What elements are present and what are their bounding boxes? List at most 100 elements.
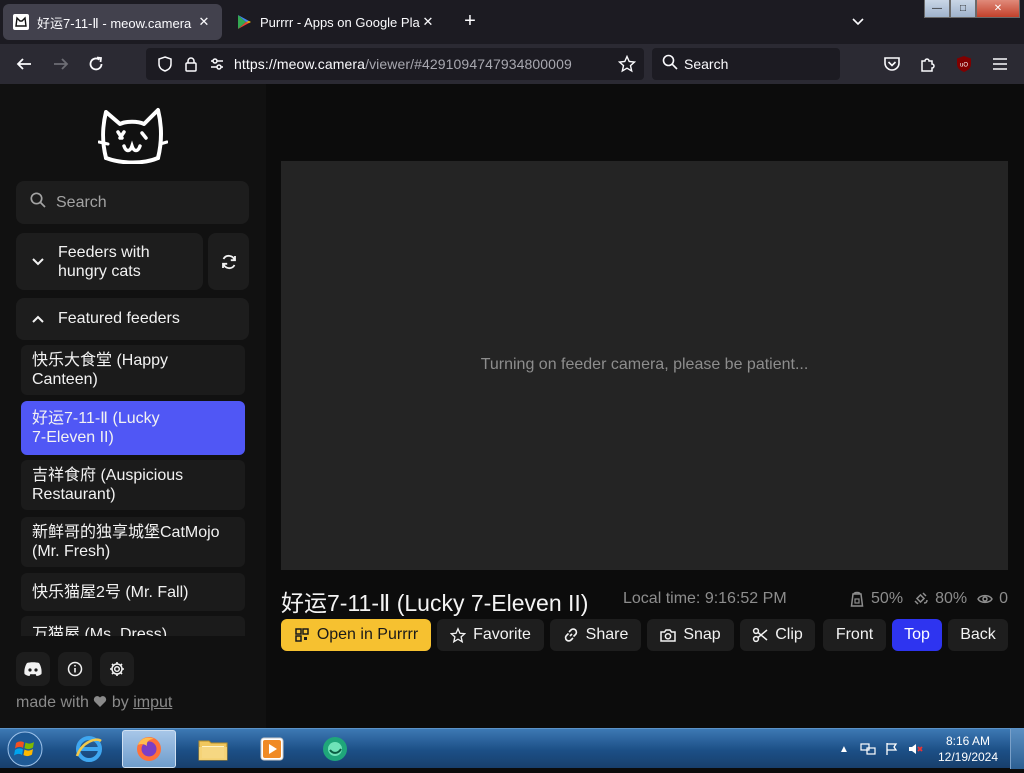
scissors-icon [752,627,768,643]
tab-google-play[interactable]: Purrrr - Apps on Google Play ✕ [226,4,446,40]
tab-title: 好运7-11-Ⅱ - meow.camera [37,15,192,31]
browser-search-bar[interactable]: Search [652,48,840,80]
new-tab-icon[interactable]: + [458,10,482,34]
meow-camera-logo[interactable] [98,102,168,164]
start-button[interactable] [6,730,44,768]
featured-feeders-list: 快乐大食堂 (Happy Canteen) 好运7-11-Ⅱ (Lucky 7-El… [16,342,249,636]
qr-code-icon [294,627,310,643]
front-camera-button[interactable]: Front [823,619,886,651]
show-desktop-button[interactable] [1010,729,1024,769]
made-with-credit: made with by imput [16,694,173,711]
refresh-button[interactable] [208,233,249,290]
google-play-favicon [236,14,252,30]
sidebar-footer-icons [16,652,134,686]
bookmark-star-icon[interactable] [617,54,637,78]
food-bag-icon [849,591,865,607]
sidebar: Search Feeders with hungry cats Featured … [0,84,266,728]
refresh-icon [221,254,236,269]
info-icon[interactable] [58,652,92,686]
group-hungry-cats-toggle[interactable]: Feeders with hungry cats [16,233,203,290]
system-clock[interactable]: 8:16 AM 12/19/2024 [932,733,1004,765]
favorite-button[interactable]: Favorite [437,619,544,651]
feeder-camera-video[interactable]: Turning on feeder camera, please be pati… [281,161,1008,570]
clock-date: 12/19/2024 [937,750,999,764]
eye-icon [977,591,993,607]
volume-muted-icon[interactable] [908,741,924,757]
browser-tab-strip: 好运7-11-Ⅱ - meow.camera ✕ Purrrr - Apps o… [0,0,1024,44]
settings-gear-icon[interactable] [100,652,134,686]
file-explorer-icon[interactable] [186,730,240,768]
minimize-button[interactable]: — [924,0,950,18]
feeder-item-happy-canteen[interactable]: 快乐大食堂 (Happy Canteen) [21,345,245,395]
url-text: https://meow.camera/viewer/#429109474793… [234,56,572,72]
share-button[interactable]: Share [550,619,641,651]
battery-level-stat: 80% [913,590,967,608]
windows-taskbar: ▲ 8:16 AM 12/19/2024 [0,728,1024,769]
tracking-protection-shield-icon[interactable] [156,55,174,73]
green-app-icon[interactable] [308,730,362,768]
search-icon [30,192,46,213]
tab-close-icon[interactable]: ✕ [196,14,212,30]
camera-icon [660,627,677,643]
maximize-button[interactable]: □ [950,0,976,18]
feeder-item-auspicious-restaurant[interactable]: 吉祥食府 (Auspicious Restaurant) [21,460,245,510]
forward-arrow-icon[interactable] [49,52,73,76]
search-icon [662,54,678,75]
meow-camera-favicon [13,14,29,30]
extensions-puzzle-icon[interactable] [916,52,940,76]
link-icon [563,627,579,643]
feeder-item-mr-fresh[interactable]: 新鲜哥的独享城堡CatMojo (Mr. Fresh) [21,517,245,567]
window-controls: — □ ✕ [924,0,1020,18]
search-placeholder: Search [684,56,729,72]
hamburger-menu-icon[interactable] [988,52,1012,76]
ublock-origin-icon[interactable]: uO [952,52,976,76]
group-label: Featured feeders [58,310,180,327]
snap-button[interactable]: Snap [647,619,734,651]
author-link[interactable]: imput [133,694,172,711]
close-window-button[interactable]: ✕ [976,0,1020,18]
sidebar-search-placeholder: Search [56,193,107,211]
back-arrow-icon[interactable] [12,52,36,76]
pocket-icon[interactable] [880,52,904,76]
satellite-icon [913,591,929,607]
food-level-stat: 50% [849,590,903,608]
back-camera-button[interactable]: Back [948,619,1008,651]
feeder-stats: 50% 80% 0 [839,590,1008,608]
feeder-title: 好运7-11-Ⅱ (Lucky 7-Eleven II) [281,590,589,616]
star-icon [450,626,467,643]
action-center-flag-icon[interactable] [884,741,900,757]
tab-title: Purrrr - Apps on Google Play [260,14,420,30]
local-time: Local time: 9:16:52 PM [623,590,787,607]
sidebar-search-input[interactable]: Search [16,181,249,224]
viewer-count-stat: 0 [977,590,1008,608]
browser-nav-bar: https://meow.camera/viewer/#429109474793… [0,44,1024,84]
top-camera-button[interactable]: Top [892,619,942,651]
clip-button[interactable]: Clip [740,619,815,651]
network-icon[interactable] [860,741,876,757]
meow-camera-app: Search Feeders with hungry cats Featured … [0,84,1024,728]
list-all-tabs-icon[interactable] [846,10,870,34]
group-featured-feeders-toggle[interactable]: Featured feeders [16,298,249,340]
feeder-info-row: 好运7-11-Ⅱ (Lucky 7-Eleven II) Local time:… [281,584,1008,616]
internet-explorer-icon[interactable] [62,730,116,768]
discord-icon[interactable] [16,652,50,686]
heart-icon [93,694,111,711]
show-hidden-icons-icon[interactable]: ▲ [836,741,852,757]
chevron-down-icon [30,257,46,267]
open-in-purrrr-button[interactable]: Open in Purrrr [281,619,431,651]
reload-icon[interactable] [84,52,108,76]
firefox-icon[interactable] [122,730,176,768]
tab-close-icon[interactable]: ✕ [420,14,436,30]
clock-time: 8:16 AM [945,734,991,748]
url-bar[interactable]: https://meow.camera/viewer/#429109474793… [146,48,644,80]
feeder-item-mr-fall[interactable]: 快乐猫屋2号 (Mr. Fall) [21,573,245,611]
lock-icon[interactable] [182,55,200,73]
chevron-up-icon [30,314,46,324]
tab-meow-camera[interactable]: 好运7-11-Ⅱ - meow.camera ✕ [3,4,222,40]
permissions-icon[interactable] [208,55,226,73]
media-player-icon[interactable] [245,730,299,768]
camera-status-message: Turning on feeder camera, please be pati… [480,356,809,373]
svg-text:uO: uO [960,63,968,69]
feeder-item-lucky-7-eleven-ii[interactable]: 好运7-11-Ⅱ (Lucky 7-Eleven II) [21,401,245,455]
feeder-item-ms-dress[interactable]: 万猫屋 (Ms. Dress) [21,616,245,636]
